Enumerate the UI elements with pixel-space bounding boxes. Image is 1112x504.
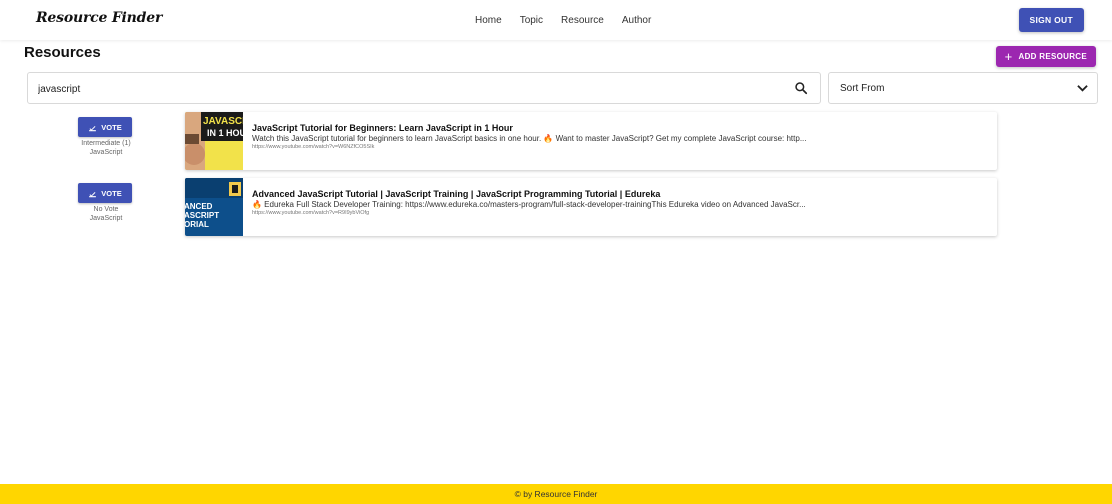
brand-logo[interactable]: Resource Finder <box>36 10 162 26</box>
resource-title[interactable]: Advanced JavaScript Tutorial | JavaScrip… <box>252 189 987 199</box>
nav-link-topic[interactable]: Topic <box>520 15 543 26</box>
thumb-text: ASCRIPT <box>185 211 219 220</box>
resource-url[interactable]: https://www.youtube.com/watch?v=R9I9ybVi… <box>252 210 987 216</box>
search-box <box>27 72 821 104</box>
top-navbar: Resource Finder Home Topic Resource Auth… <box>0 0 1112 40</box>
add-resource-button[interactable]: + ADD RESOURCE <box>995 46 1096 67</box>
plus-icon: + <box>1004 49 1013 64</box>
sort-select[interactable]: Sort From <box>828 72 1098 104</box>
thumb-text: ORIAL <box>185 220 209 229</box>
search-icon[interactable] <box>794 81 808 95</box>
vote-icon <box>89 191 97 197</box>
add-resource-label: ADD RESOURCE <box>1018 52 1087 61</box>
vote-button[interactable]: VOTE <box>78 117 132 137</box>
sign-out-button[interactable]: SIGN OUT <box>1018 8 1084 32</box>
chevron-down-icon <box>1077 85 1088 92</box>
level-text: No Vote <box>93 206 119 213</box>
search-input[interactable] <box>38 81 778 97</box>
level-text: Intermediate (1) <box>81 140 131 147</box>
resource-title[interactable]: JavaScript Tutorial for Beginners: Learn… <box>252 123 987 133</box>
resource-thumbnail[interactable]: ANCED ASCRIPT ORIAL <box>185 178 243 236</box>
resource-description: Watch this JavaScript tutorial for begin… <box>252 134 807 143</box>
resource-card-body: JavaScript Tutorial for Beginners: Learn… <box>252 123 987 150</box>
nav-link-resource[interactable]: Resource <box>561 15 604 26</box>
footer: © by Resource Finder <box>0 484 1112 504</box>
thumb-text: IN 1 HOU <box>207 128 243 138</box>
resource-card[interactable]: ANCED ASCRIPT ORIAL Advanced JavaScript … <box>185 178 997 236</box>
resource-url[interactable]: https://www.youtube.com/watch?v=W6NZfCO5… <box>252 144 987 150</box>
thumb-text: JAVASCR <box>203 116 243 127</box>
vote-icon <box>89 125 97 131</box>
resource-thumbnail[interactable]: JAVASCR IN 1 HOU <box>185 112 243 170</box>
vote-column: VOTE No Vote JavaScript <box>78 183 134 223</box>
nav-link-author[interactable]: Author <box>622 15 651 26</box>
nav-links: Home Topic Resource Author <box>475 15 651 26</box>
vote-label: VOTE <box>101 188 122 198</box>
page-title: Resources <box>24 44 101 61</box>
topic-text: JavaScript <box>89 215 123 222</box>
vote-column: VOTE Intermediate (1) JavaScript <box>78 117 134 157</box>
resource-card[interactable]: JAVASCR IN 1 HOU JavaScript Tutorial for… <box>185 112 997 170</box>
resource-card-body: Advanced JavaScript Tutorial | JavaScrip… <box>252 189 987 216</box>
resource-description: 🔥 Edureka Full Stack Developer Training:… <box>252 200 806 209</box>
vote-label: VOTE <box>101 122 122 132</box>
sort-label: Sort From <box>840 83 885 94</box>
topic-text: JavaScript <box>89 149 123 156</box>
vote-button[interactable]: VOTE <box>78 183 132 203</box>
resource-row: VOTE Intermediate (1) JavaScript JAVASCR… <box>0 112 1112 170</box>
resource-row: VOTE No Vote JavaScript ANCED ASCRIPT OR… <box>0 178 1112 236</box>
thumb-text: ANCED <box>185 202 213 211</box>
nav-link-home[interactable]: Home <box>475 15 502 26</box>
